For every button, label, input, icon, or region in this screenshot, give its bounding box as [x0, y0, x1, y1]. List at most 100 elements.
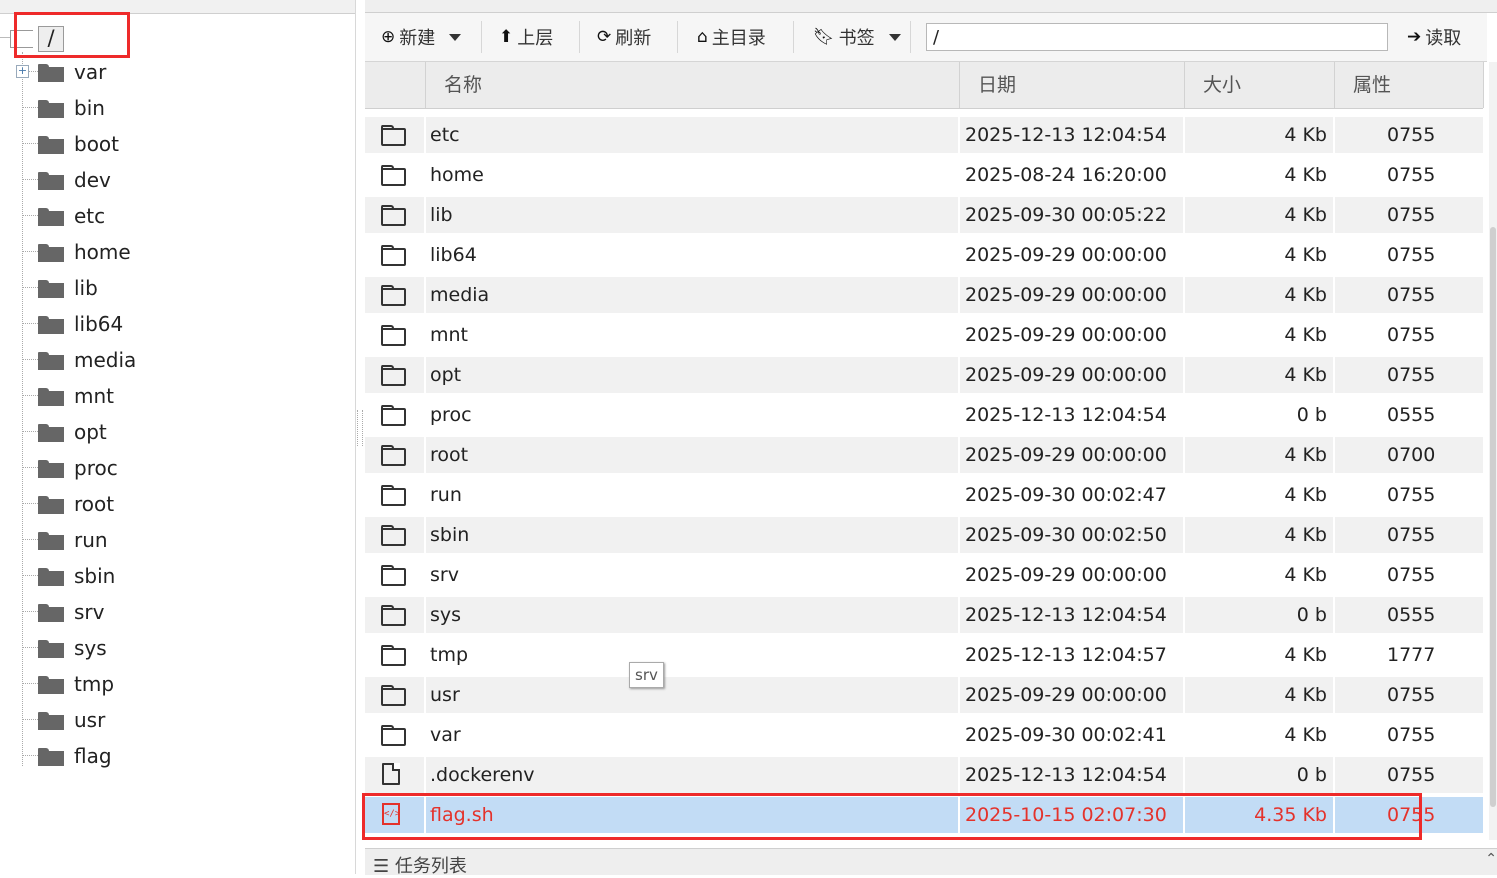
- tree-item-flag[interactable]: flag: [22, 738, 342, 774]
- tree-branch-line: [22, 287, 38, 288]
- tree-item-var[interactable]: + var: [16, 54, 342, 90]
- table-row[interactable]: run 2025-09-30 00:02:47 4 Kb 0755: [365, 477, 1483, 513]
- table-row[interactable]: mnt 2025-09-29 00:00:00 4 Kb 0755: [365, 317, 1483, 353]
- new-button[interactable]: ⊕ 新建: [381, 22, 462, 52]
- tree-item-media[interactable]: media: [22, 342, 342, 378]
- file-name[interactable]: flag.sh: [430, 797, 494, 833]
- tree-item-tmp[interactable]: tmp: [22, 666, 342, 702]
- folder-icon: [38, 208, 64, 226]
- refresh-button[interactable]: ⟳ 刷新: [597, 22, 651, 52]
- file-permission[interactable]: 0755: [1387, 677, 1435, 713]
- tree-root-node[interactable]: /: [38, 26, 64, 52]
- vertical-scrollbar[interactable]: [1489, 62, 1497, 840]
- file-permission[interactable]: 0555: [1387, 597, 1435, 633]
- table-row[interactable]: usr 2025-09-29 00:00:00 4 Kb 0755: [365, 677, 1483, 713]
- table-row[interactable]: media 2025-09-29 00:00:00 4 Kb 0755: [365, 277, 1483, 313]
- table-row[interactable]: root 2025-09-29 00:00:00 4 Kb 0700: [365, 437, 1483, 473]
- file-name[interactable]: etc: [430, 117, 460, 153]
- file-permission[interactable]: 0755: [1387, 317, 1435, 353]
- folder-icon: [381, 485, 406, 506]
- file-name[interactable]: mnt: [430, 317, 468, 353]
- table-row[interactable]: lib 2025-09-30 00:05:22 4 Kb 0755: [365, 197, 1483, 233]
- file-name[interactable]: media: [430, 277, 489, 313]
- folder-icon: [38, 532, 64, 550]
- tree-item-etc[interactable]: etc: [22, 198, 342, 234]
- table-row[interactable]: .dockerenv 2025-12-13 12:04:54 0 b 0755: [365, 757, 1483, 793]
- table-row[interactable]: opt 2025-09-29 00:00:00 4 Kb 0755: [365, 357, 1483, 393]
- tree-item-opt[interactable]: opt: [22, 414, 342, 450]
- file-permission[interactable]: 0755: [1387, 517, 1435, 553]
- tree-item-home[interactable]: home: [22, 234, 342, 270]
- file-permission[interactable]: 0755: [1387, 197, 1435, 233]
- expand-plus-icon[interactable]: +: [16, 65, 29, 78]
- read-button[interactable]: ➔ 读取: [1407, 22, 1461, 52]
- file-permission[interactable]: 1777: [1387, 637, 1435, 673]
- file-permission[interactable]: 0555: [1387, 397, 1435, 433]
- collapse-icon[interactable]: ⌃: [1485, 851, 1497, 867]
- file-permission[interactable]: 0755: [1387, 557, 1435, 593]
- task-list-bar[interactable]: ☰ 任务列表 ⌃: [365, 848, 1497, 877]
- file-name[interactable]: proc: [430, 397, 472, 433]
- up-level-button[interactable]: ⬆ 上层: [499, 22, 553, 52]
- tree-item-proc[interactable]: proc: [22, 450, 342, 486]
- tree-item-run[interactable]: run: [22, 522, 342, 558]
- tree-item-dev[interactable]: dev: [22, 162, 342, 198]
- path-input[interactable]: [926, 23, 1388, 51]
- file-permission[interactable]: 0755: [1387, 237, 1435, 273]
- table-row[interactable]: sys 2025-12-13 12:04:54 0 b 0555: [365, 597, 1483, 633]
- tree-item-sbin[interactable]: sbin: [22, 558, 342, 594]
- file-name[interactable]: tmp: [430, 637, 468, 673]
- file-name[interactable]: lib64: [430, 237, 477, 273]
- column-header-size[interactable]: 大小: [1184, 62, 1334, 108]
- file-permission[interactable]: 0755: [1387, 357, 1435, 393]
- table-row[interactable]: etc 2025-12-13 12:04:54 4 Kb 0755: [365, 117, 1483, 153]
- table-row[interactable]: lib64 2025-09-29 00:00:00 4 Kb 0755: [365, 237, 1483, 273]
- tree-item-root[interactable]: root: [22, 486, 342, 522]
- file-name[interactable]: sbin: [430, 517, 469, 553]
- tree-item-lib[interactable]: lib: [22, 270, 342, 306]
- scrollbar-thumb[interactable]: [1490, 227, 1496, 807]
- table-row[interactable]: srv 2025-09-29 00:00:00 4 Kb 0755: [365, 557, 1483, 593]
- file-permission[interactable]: 0755: [1387, 477, 1435, 513]
- file-name[interactable]: var: [430, 717, 461, 753]
- table-row[interactable]: home 2025-08-24 16:20:00 4 Kb 0755: [365, 157, 1483, 193]
- file-name[interactable]: lib: [430, 197, 453, 233]
- home-dir-button[interactable]: ⌂ 主目录: [697, 22, 766, 52]
- table-row[interactable]: proc 2025-12-13 12:04:54 0 b 0555: [365, 397, 1483, 433]
- file-permission[interactable]: 0700: [1387, 437, 1435, 473]
- column-header-date[interactable]: 日期: [959, 62, 1184, 108]
- tree-item-lib64[interactable]: lib64: [22, 306, 342, 342]
- file-permission[interactable]: 0755: [1387, 757, 1435, 793]
- tree-item-sys[interactable]: sys: [22, 630, 342, 666]
- file-grid: 名称 日期 大小 属性 etc 2025-12-13 12:04:54 4 Kb 07…: [365, 62, 1487, 840]
- column-header-perm[interactable]: 属性: [1334, 62, 1484, 108]
- file-name[interactable]: home: [430, 157, 484, 193]
- tree-item-boot[interactable]: boot: [22, 126, 342, 162]
- file-permission[interactable]: 0755: [1387, 717, 1435, 753]
- file-name[interactable]: sys: [430, 597, 461, 633]
- table-row[interactable]: var 2025-09-30 00:02:41 4 Kb 0755: [365, 717, 1483, 753]
- file-name[interactable]: root: [430, 437, 468, 473]
- file-permission[interactable]: 0755: [1387, 277, 1435, 313]
- file-name[interactable]: .dockerenv: [430, 757, 535, 793]
- file-permission[interactable]: 0755: [1387, 117, 1435, 153]
- file-permission[interactable]: 0755: [1387, 797, 1435, 833]
- folder-icon: [38, 604, 64, 622]
- file-name[interactable]: usr: [430, 677, 460, 713]
- file-permission[interactable]: 0755: [1387, 157, 1435, 193]
- folder-icon: [38, 172, 64, 190]
- folder-icon: [38, 64, 64, 82]
- file-name[interactable]: srv: [430, 557, 459, 593]
- tree-item-usr[interactable]: usr: [22, 702, 342, 738]
- panel-splitter[interactable]: [357, 410, 363, 446]
- file-name[interactable]: run: [430, 477, 462, 513]
- tree-item-bin[interactable]: bin: [22, 90, 342, 126]
- file-name[interactable]: opt: [430, 357, 461, 393]
- table-row[interactable]: sbin 2025-09-30 00:02:50 4 Kb 0755: [365, 517, 1483, 553]
- bookmark-button[interactable]: 🔖︎ 书签: [813, 22, 901, 52]
- tree-item-mnt[interactable]: mnt: [22, 378, 342, 414]
- tree-item-srv[interactable]: srv: [22, 594, 342, 630]
- table-row[interactable]: </> flag.sh 2025-10-15 02:07:30 4.35 Kb 0755: [365, 797, 1483, 833]
- table-row[interactable]: tmp 2025-12-13 12:04:57 4 Kb 1777: [365, 637, 1483, 673]
- column-header-name[interactable]: 名称: [425, 62, 959, 108]
